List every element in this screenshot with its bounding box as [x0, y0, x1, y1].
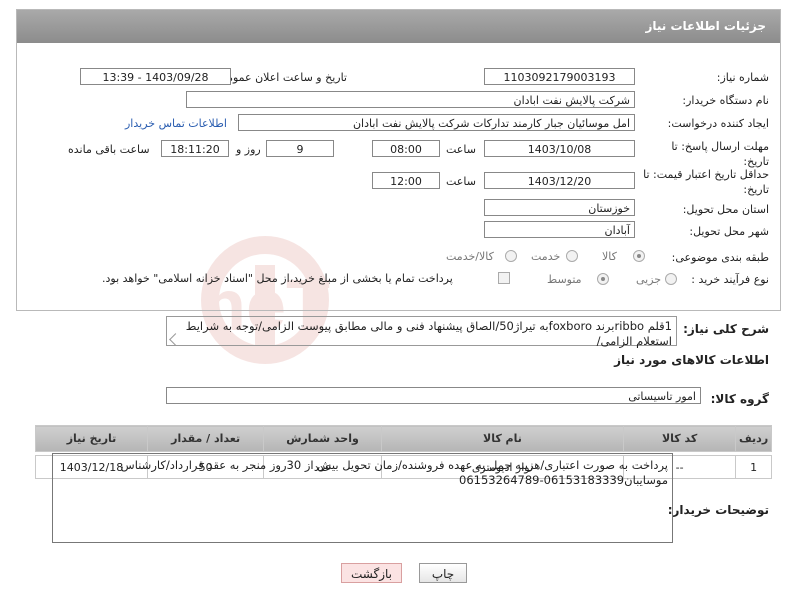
province-field: خوزستان	[484, 199, 635, 216]
col-qty: تعداد / مقدار	[147, 425, 265, 452]
buyer-notes-label: توضیحات خریدار:	[667, 503, 769, 517]
deadline-date-field: 1403/10/08	[484, 140, 635, 157]
category-option-goods: کالا	[602, 250, 617, 263]
buyer-contact-link[interactable]: اطلاعات تماس خریدار	[125, 117, 227, 130]
remaining-time-field: 18:11:20	[161, 140, 229, 157]
category-radio-goods[interactable]	[633, 250, 645, 262]
description-label: شرح کلی نیاز:	[683, 322, 769, 336]
treasury-payment-note: پرداخت تمام یا بخشی از مبلغ خرید،از محل …	[102, 272, 453, 285]
category-option-service: خدمت	[531, 250, 561, 263]
process-type-label: نوع فرآیند خرید :	[691, 273, 769, 286]
buyer-notes-text: پرداخت به صورت اعتباری/هزینه حمل به عهده…	[52, 453, 673, 543]
category-radio-service[interactable]	[566, 250, 578, 262]
need-number-field: 1103092179003193	[484, 68, 635, 85]
print-button[interactable]: چاپ	[419, 563, 467, 583]
col-code: کد کالا	[623, 425, 737, 452]
back-button[interactable]: بازگشت	[341, 563, 402, 583]
price-validity-date-field: 1403/12/20	[484, 172, 635, 189]
col-name: نام کالا	[380, 425, 625, 452]
city-label: شهر محل تحویل:	[689, 225, 769, 238]
buyer-org-field: شرکت پالایش نفت ابادان	[186, 91, 635, 108]
treasury-payment-checkbox[interactable]	[498, 272, 510, 284]
process-radio-minor[interactable]	[665, 273, 677, 285]
goods-group-label: گروه کالا:	[710, 392, 769, 406]
col-unit: واحد شمارش	[263, 425, 382, 452]
goods-table-header: ردیف کد کالا نام کالا واحد شمارش تعداد /…	[34, 425, 772, 452]
days-and-label: روز و	[236, 143, 261, 156]
process-option-medium: متوسط	[547, 273, 582, 286]
goods-group-field: امور تاسیساتی	[166, 387, 701, 404]
requester-field: امل موسائیان جبار کارمند تدارکات شرکت پا…	[238, 114, 635, 131]
deadline-label: مهلت ارسال پاسخ: تا تاریخ:	[671, 140, 769, 168]
price-validity-time-label: ساعت	[446, 175, 476, 188]
deadline-time-label: ساعت	[446, 143, 476, 156]
process-radio-medium[interactable]	[597, 273, 609, 285]
buyer-org-label: نام دستگاه خریدار:	[682, 94, 769, 107]
price-validity-label: حداقل تاریخ اعتبار قیمت: تا تاریخ:	[643, 168, 769, 196]
days-remaining-field: 9	[266, 140, 334, 157]
goods-section-title: اطلاعات کالاهای مورد نیاز	[614, 353, 769, 367]
category-label: طبقه بندی موضوعی:	[671, 251, 769, 264]
announce-date-field: 1403/09/28 - 13:39	[80, 68, 231, 85]
col-index: ردیف	[735, 425, 772, 452]
need-number-label: شماره نیاز:	[716, 71, 769, 84]
deadline-time-field: 08:00	[372, 140, 440, 157]
remaining-time-label: ساعت باقی مانده	[68, 143, 150, 156]
requester-label: ایجاد کننده درخواست:	[667, 117, 769, 130]
col-date: تاریخ نیاز	[34, 425, 149, 452]
category-radio-goods-service[interactable]	[505, 250, 517, 262]
description-text: 1قلم ribboبرند foxboroبه تیراژ50/الصاق پ…	[166, 316, 677, 348]
province-label: استان محل تحویل:	[682, 203, 769, 216]
row-index: 1	[735, 455, 772, 479]
price-validity-time-field: 12:00	[372, 172, 440, 189]
panel-title: جزئیات اطلاعات نیاز	[17, 10, 780, 43]
announce-date-label: تاریخ و ساعت اعلان عمومی:	[214, 71, 347, 84]
city-field: آبادان	[484, 221, 635, 238]
process-option-minor: جزیی	[636, 273, 662, 286]
category-option-goods-service: کالا/خدمت	[446, 250, 494, 263]
